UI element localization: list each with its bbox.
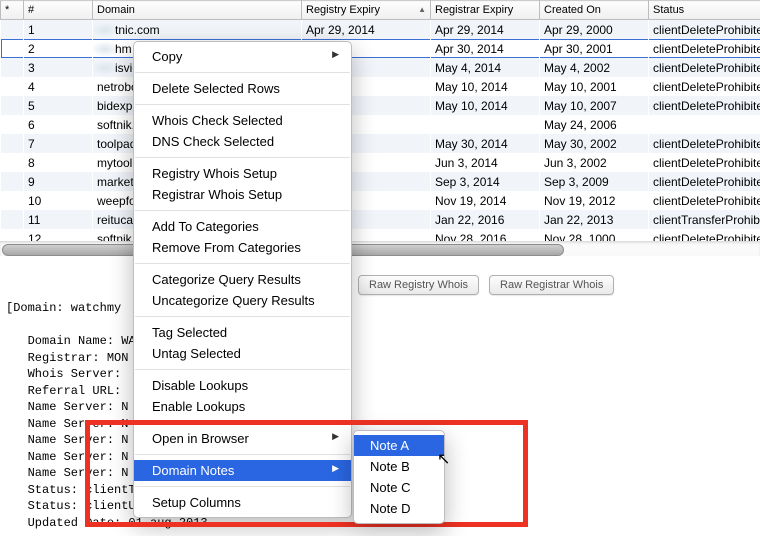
menu-separator [135,369,350,370]
col-star[interactable]: * [1,1,24,20]
col-registrar-expiry[interactable]: Registrar Expiry [431,1,540,20]
menu-copy[interactable]: Copy [134,46,351,67]
table-row[interactable]: 2hm2014Apr 30, 2014Apr 30, 2001clientDel… [1,39,760,58]
menu-registrar-setup[interactable]: Registrar Whois Setup [134,184,351,205]
submenu-note-b[interactable]: Note B [354,456,444,477]
menu-untag[interactable]: Untag Selected [134,343,351,364]
submenu-note-a[interactable]: Note A [354,435,444,456]
tab-raw-registrar[interactable]: Raw Registrar Whois [489,275,614,295]
menu-enable-lookups[interactable]: Enable Lookups [134,396,351,417]
table-row[interactable]: 1tnic.comApr 29, 2014Apr 29, 2014Apr 29,… [1,20,760,40]
submenu-note-c[interactable]: Note C [354,477,444,498]
table-row[interactable]: 8mytoolp14Jun 3, 2014Jun 3, 2002clientDe… [1,153,760,172]
menu-categorize-query[interactable]: Categorize Query Results [134,269,351,290]
table-row[interactable]: 11reituca.16Jan 22, 2016Jan 22, 2013clie… [1,210,760,229]
menu-separator [135,454,350,455]
menu-disable-lookups[interactable]: Disable Lookups [134,375,351,396]
table-row[interactable]: 10weepfor14Nov 19, 2014Nov 19, 2012clien… [1,191,760,210]
table-row[interactable]: 3isvie14May 4, 2014May 4, 2002clientDele… [1,58,760,77]
col-registry-expiry[interactable]: Registry Expiry▲ [302,1,431,20]
col-status[interactable]: Status [649,1,760,20]
col-created-on[interactable]: Created On [540,1,649,20]
menu-separator [135,72,350,73]
whois-tabs: Raw Registry Whois Raw Registrar Whois [358,275,614,295]
horizontal-scrollbar[interactable] [0,241,760,256]
menu-separator [135,486,350,487]
menu-whois-check[interactable]: Whois Check Selected [134,110,351,131]
table-row[interactable]: 9marketin14Sep 3, 2014Sep 3, 2009clientD… [1,172,760,191]
menu-tag[interactable]: Tag Selected [134,322,351,343]
menu-separator [135,316,350,317]
menu-remove-categories[interactable]: Remove From Categories [134,237,351,258]
domain-table: * # Domain Registry Expiry▲ Registrar Ex… [0,0,760,256]
menu-separator [135,210,350,211]
tab-raw-registry[interactable]: Raw Registry Whois [358,275,479,295]
table-row[interactable]: 7toolpad14May 30, 2014May 30, 2002client… [1,134,760,153]
domain-notes-submenu: Note A Note B Note C Note D [353,430,445,524]
sort-indicator-icon: ▲ [418,5,426,14]
col-domain[interactable]: Domain [93,1,302,20]
menu-registry-setup[interactable]: Registry Whois Setup [134,163,351,184]
submenu-note-d[interactable]: Note D [354,498,444,519]
table-row[interactable]: 5bidexplo2014May 10, 2014May 10, 2007cli… [1,96,760,115]
menu-setup-columns[interactable]: Setup Columns [134,492,351,513]
table-row[interactable]: 4netrobo14May 10, 2014May 10, 2001client… [1,77,760,96]
menu-separator [135,422,350,423]
menu-open-browser[interactable]: Open in Browser [134,428,351,449]
menu-delete-rows[interactable]: Delete Selected Rows [134,78,351,99]
table-header-row: * # Domain Registry Expiry▲ Registrar Ex… [1,1,760,20]
menu-domain-notes[interactable]: Domain Notes [134,460,351,481]
menu-separator [135,157,350,158]
col-number[interactable]: # [24,1,93,20]
menu-dns-check[interactable]: DNS Check Selected [134,131,351,152]
menu-separator [135,104,350,105]
menu-add-categories[interactable]: Add To Categories [134,216,351,237]
context-menu: Copy Delete Selected Rows Whois Check Se… [133,41,352,518]
menu-uncategorize-query[interactable]: Uncategorize Query Results [134,290,351,311]
menu-separator [135,263,350,264]
table-row[interactable]: 6softnik.2014May 24, 2006 [1,115,760,134]
